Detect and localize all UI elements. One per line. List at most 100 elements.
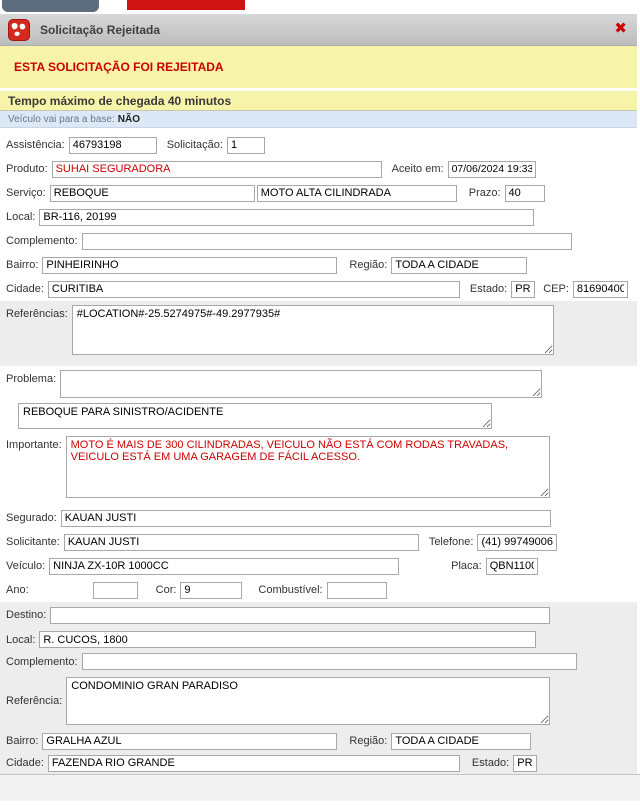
bairro-destino-input[interactable]	[42, 733, 337, 750]
row-segurado: Segurado:	[0, 506, 637, 530]
ano-label: Ano:	[6, 584, 29, 596]
importante-label: Importante:	[6, 436, 62, 451]
destination-section: Destino: Local: Complemento: Referência:…	[0, 602, 637, 774]
referencias-label: Referências:	[6, 305, 68, 320]
vehicle-base-row: Veículo vai para a base: NÃO	[0, 111, 637, 128]
estado-destino-input[interactable]	[513, 755, 537, 772]
regiao-origem-input[interactable]	[391, 257, 527, 274]
estado-origem-input[interactable]	[511, 281, 535, 298]
combustivel-input[interactable]	[327, 582, 387, 599]
complemento-destino-input[interactable]	[82, 653, 577, 670]
local-origem-label: Local:	[6, 211, 35, 223]
aceito-em-input[interactable]	[448, 161, 536, 178]
row-destino: Destino:	[0, 602, 637, 628]
destino-label: Destino:	[6, 609, 46, 621]
bairro-origem-label: Bairro:	[6, 259, 38, 271]
complemento-origem-input[interactable]	[82, 233, 572, 250]
row-referencia-destino: Referência: CONDOMINIO GRAN PARADISO	[0, 672, 637, 730]
solicitacao-rejeitada-dialog: Solicitação Rejeitada ✖ ESTA SOLICITAÇÃO…	[0, 14, 637, 774]
row-bairro-origem: Bairro: Região:	[0, 253, 637, 277]
telefone-input[interactable]	[477, 534, 557, 551]
arrival-time-banner: Tempo máximo de chegada 40 minutos	[0, 91, 637, 111]
row-veiculo: Veículo: Placa:	[0, 554, 637, 578]
row-ano-cor-combustivel: Ano: Cor: Combustível:	[0, 578, 637, 602]
segurado-label: Segurado:	[6, 512, 57, 524]
solicitante-label: Solicitante:	[6, 536, 60, 548]
request-form: Assistência: Solicitação: Produto: Aceit…	[0, 128, 637, 774]
row-servico: Serviço: Prazo:	[0, 181, 637, 205]
local-destino-input[interactable]	[39, 631, 536, 648]
estado-origem-label: Estado:	[470, 283, 507, 295]
solicitacao-label: Solicitação:	[167, 139, 223, 151]
row-complemento-destino: Complemento:	[0, 651, 637, 672]
estado-destino-label: Estado:	[472, 757, 509, 769]
referencia-destino-textarea[interactable]: CONDOMINIO GRAN PARADISO	[66, 677, 550, 725]
solicitante-input[interactable]	[64, 534, 419, 551]
aceito-em-label: Aceito em:	[392, 163, 444, 175]
problema-label: Problema:	[6, 370, 56, 385]
descricao-servico-textarea[interactable]: REBOQUE PARA SINISTRO/ACIDENTE	[18, 403, 492, 429]
vehicle-base-value: NÃO	[118, 114, 140, 125]
regiao-origem-label: Região:	[349, 259, 387, 271]
rejected-banner: ESTA SOLICITAÇÃO FOI REJEITADA	[0, 46, 637, 91]
close-icon[interactable]: ✖	[614, 21, 627, 36]
cep-origem-label: CEP:	[543, 283, 569, 295]
row-cidade-origem: Cidade: Estado: CEP:	[0, 277, 637, 301]
referencias-textarea[interactable]: #LOCATION#-25.5274975#-49.2977935#	[72, 305, 554, 355]
cidade-origem-input[interactable]	[48, 281, 460, 298]
row-complemento-origem: Complemento:	[0, 229, 637, 253]
row-importante: Importante: MOTO É MAIS DE 300 CILINDRAD…	[0, 432, 637, 506]
row-solicitante: Solicitante: Telefone:	[0, 530, 637, 554]
row-local-origem: Local:	[0, 205, 637, 229]
local-destino-label: Local:	[6, 634, 35, 646]
cidade-destino-label: Cidade:	[6, 757, 44, 769]
page-background	[0, 774, 640, 801]
complemento-destino-label: Complemento:	[6, 656, 78, 668]
bairro-destino-label: Bairro:	[6, 735, 38, 747]
row-local-destino: Local:	[0, 628, 637, 651]
referencia-destino-label: Referência:	[6, 695, 62, 707]
dialog-title: Solicitação Rejeitada	[40, 23, 160, 37]
regiao-destino-input[interactable]	[391, 733, 531, 750]
row-assistencia: Assistência: Solicitação:	[0, 133, 637, 157]
row-cidade-destino: Cidade: Estado:	[0, 752, 637, 774]
problema-textarea[interactable]	[60, 370, 542, 398]
prazo-label: Prazo:	[469, 187, 501, 199]
placa-label: Placa:	[451, 560, 482, 572]
row-bairro-destino: Bairro: Região:	[0, 730, 637, 752]
regiao-destino-label: Região:	[349, 735, 387, 747]
servico-label: Serviço:	[6, 187, 46, 199]
destino-input[interactable]	[50, 607, 550, 624]
segurado-input[interactable]	[61, 510, 551, 527]
bairro-origem-input[interactable]	[42, 257, 337, 274]
browser-tab-active[interactable]	[127, 0, 245, 10]
browser-tab[interactable]	[2, 0, 99, 12]
vehicle-base-label: Veículo vai para a base:	[8, 114, 115, 125]
assistencia-label: Assistência:	[6, 139, 65, 151]
ano-input[interactable]	[93, 582, 138, 599]
importante-textarea[interactable]: MOTO É MAIS DE 300 CILINDRADAS, VEICULO …	[66, 436, 550, 498]
veiculo-label: Veículo:	[6, 560, 45, 572]
servico-input[interactable]	[50, 185, 255, 202]
combustivel-label: Combustível:	[258, 584, 322, 596]
row-descricao-servico: REBOQUE PARA SINISTRO/ACIDENTE	[0, 400, 637, 432]
cep-origem-input[interactable]	[573, 281, 628, 298]
cor-input[interactable]	[180, 582, 242, 599]
dialog-header: Solicitação Rejeitada ✖	[0, 14, 637, 46]
veiculo-input[interactable]	[49, 558, 399, 575]
browser-top-strip	[0, 0, 640, 14]
cidade-origem-label: Cidade:	[6, 283, 44, 295]
prazo-input[interactable]	[505, 185, 545, 202]
local-origem-input[interactable]	[39, 209, 534, 226]
solicitacao-input[interactable]	[227, 137, 265, 154]
assistencia-input[interactable]	[69, 137, 157, 154]
telefone-label: Telefone:	[429, 536, 474, 548]
row-referencias: Referências: #LOCATION#-25.5274975#-49.2…	[0, 301, 637, 366]
produto-input[interactable]	[52, 161, 382, 178]
cidade-destino-input[interactable]	[48, 755, 460, 772]
placa-input[interactable]	[486, 558, 538, 575]
produto-label: Produto:	[6, 163, 48, 175]
globe-icon	[8, 19, 30, 41]
servico-tipo-input[interactable]	[257, 185, 457, 202]
row-produto: Produto: Aceito em:	[0, 157, 637, 181]
